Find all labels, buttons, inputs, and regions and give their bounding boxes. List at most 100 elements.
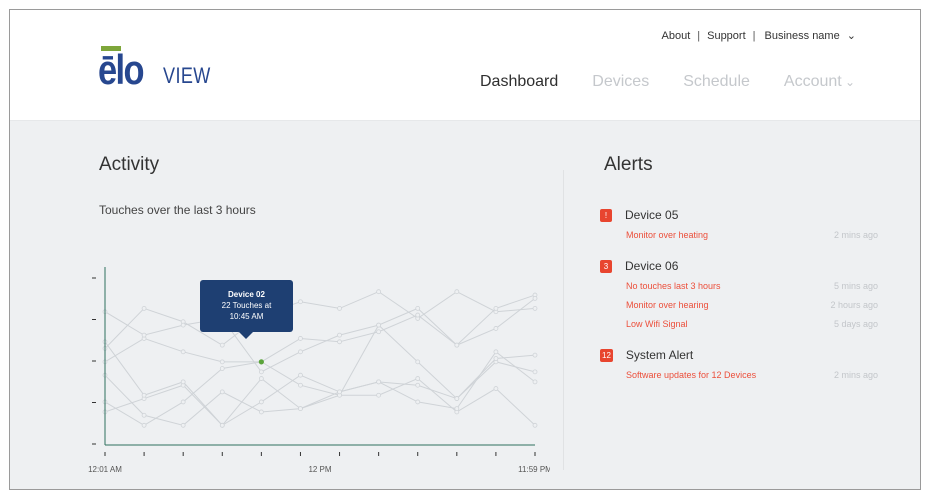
alert-item[interactable]: Monitor over hearing 2 hours ago [598,295,878,314]
activity-subtitle: Touches over the last 3 hours [99,203,256,217]
alert-device-name: Device 06 [625,259,679,273]
data-point [532,369,538,375]
data-point [180,399,186,405]
data-point [493,326,499,331]
column-divider [563,170,564,470]
nav-devices[interactable]: Devices [592,73,649,91]
data-point [454,396,460,401]
data-point [141,306,147,311]
about-link[interactable]: About [662,30,691,42]
data-point [258,409,264,415]
alert-time: 5 mins ago [833,280,878,291]
alert-message: Monitor over heating [626,229,709,240]
data-point [454,289,460,295]
logo-brand: ēlo [98,46,144,93]
alert-message: Low Wifi Signal [626,318,688,329]
data-point [141,412,147,418]
data-point [532,379,538,385]
elo-view-logo[interactable]: ēlo VIEW [98,46,229,96]
logo-product: VIEW [163,63,211,88]
alert-badge: 12 [600,348,613,362]
chevron-down-icon: ⌄ [846,30,856,42]
alert-time: 2 mins ago [833,369,878,380]
data-point [337,339,342,345]
separator: | [697,30,701,42]
data-point [141,332,147,338]
support-link[interactable]: Support [707,30,746,42]
nav-account[interactable]: Account ⌄ [784,73,855,91]
data-point [376,322,382,328]
data-point [258,369,264,375]
alert-group[interactable]: 12 System Alert Software updates for 12 … [598,345,878,384]
tooltip-line1: 22 Touches at [221,301,272,310]
separator: | [752,30,756,42]
data-point [415,376,421,381]
x-tick-label: 12:01 AM [88,465,122,474]
business-menu[interactable]: Business name ⌄ [763,30,859,42]
nav-schedule[interactable]: Schedule [683,73,750,91]
data-point [180,349,186,355]
alert-time: 2 hours ago [830,299,878,310]
alert-device-name: Device 05 [625,208,679,222]
alert-item[interactable]: Software updates for 12 Devices 2 mins a… [598,365,878,384]
nav-dashboard[interactable]: Dashboard [480,73,558,91]
data-point [454,406,460,412]
data-point [219,342,225,348]
data-point [219,422,225,428]
alert-badge: ! [600,208,612,222]
activity-chart: 12:01 AM 12 PM 11:59 PM [88,267,550,474]
data-point [532,422,538,428]
chart-tooltip: Device 02 22 Touches at 10:45 AM [200,280,293,339]
business-label: Business name [764,30,840,42]
data-point [376,289,382,295]
alerts-title: Alerts [604,154,653,175]
activity-title: Activity [99,154,160,175]
data-point [219,359,225,365]
data-point [376,379,382,385]
tooltip-line2: 10:45 AM [229,312,264,321]
data-point [415,312,421,318]
alert-message: Monitor over hearing [626,299,709,310]
alert-message: Software updates for 12 Devices [626,369,757,380]
data-point [415,382,421,388]
data-point [337,332,342,338]
alert-item[interactable]: Low Wifi Signal 5 days ago [598,314,878,333]
data-point [141,422,147,428]
alert-item[interactable]: Monitor over heating 2 mins ago [598,225,878,244]
alert-time: 2 mins ago [833,229,878,240]
x-tick-label: 12 PM [308,465,331,474]
nav-account-label: Account [783,73,842,90]
alert-item[interactable]: No touches last 3 hours 5 mins ago [598,276,878,295]
data-point [493,356,499,361]
data-point [298,372,303,378]
alert-group[interactable]: ! Device 05 Monitor over heating 2 mins … [598,205,878,244]
data-point [219,366,225,371]
data-point [415,359,421,365]
data-point [298,299,303,305]
tooltip-title: Device 02 [228,290,265,299]
app-frame: ēlo VIEW About | Support | Business name ⌄ D… [9,9,921,490]
chevron-down-icon: ⌄ [841,75,856,89]
data-point [298,406,303,412]
main-nav: Dashboard Devices Schedule Account ⌄ [480,73,889,91]
alert-group[interactable]: 3 Device 06 No touches last 3 hours 5 mi… [598,256,878,333]
data-point [493,306,499,311]
top-links: About | Support | Business name ⌄ [660,29,861,42]
data-point [298,349,303,355]
data-point [141,392,147,398]
highlight-point [258,359,264,365]
data-point [415,306,421,311]
data-point [532,306,538,311]
alert-badge: 3 [600,259,612,273]
alert-device-name: System Alert [625,348,694,362]
data-point [376,392,382,398]
data-point [258,376,264,381]
data-point [219,389,225,395]
data-point [376,329,382,335]
data-point [532,352,538,358]
data-point [180,422,186,428]
data-point [454,342,460,348]
data-point [532,295,538,301]
data-point [493,386,499,391]
data-point [180,322,186,328]
